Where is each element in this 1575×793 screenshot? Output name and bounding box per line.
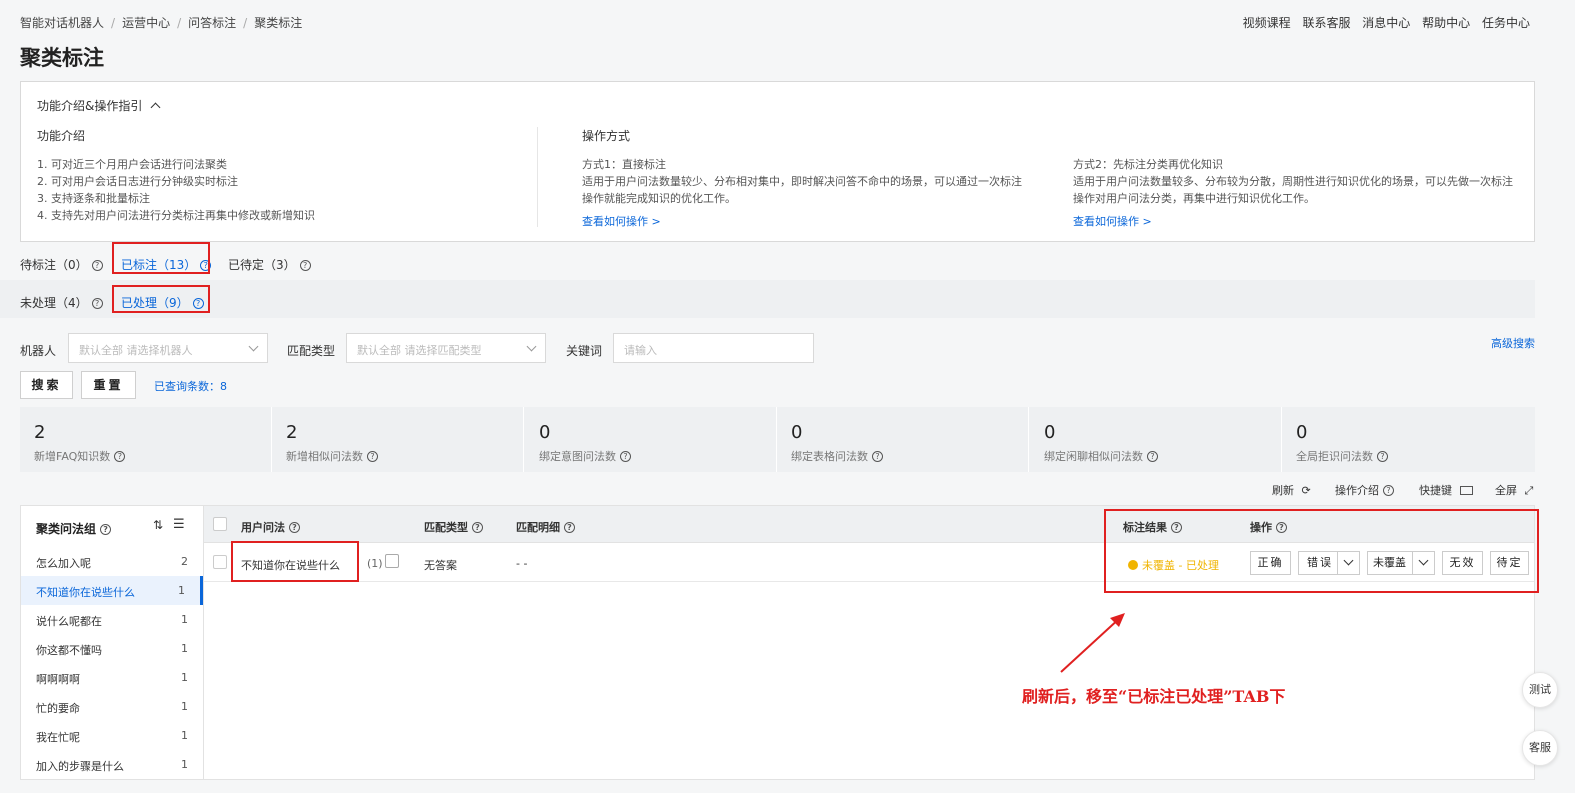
method1-desc: 适用于用户问法数量较少、分布相对集中，即时解决问答不命中的场景，可以通过一次标注: [582, 175, 1022, 188]
advanced-search-link[interactable]: 高级搜索: [1491, 335, 1535, 351]
col-match-type: 匹配类型?: [424, 519, 483, 535]
feature-item: 1. 可对近三个月用户会话进行问法聚类: [37, 158, 227, 171]
nav-contact-service[interactable]: 联系客服: [1302, 16, 1350, 30]
sidebar-item[interactable]: 你这都不懂吗 1: [21, 634, 203, 663]
expand-icon: ⤢: [1524, 484, 1534, 497]
method2-link[interactable]: 查看如何操作 >: [1073, 213, 1533, 230]
select-all-checkbox[interactable]: [213, 517, 227, 531]
page-title: 聚类标注: [20, 46, 104, 70]
row-checkbox[interactable]: [213, 555, 227, 569]
service-float-button[interactable]: 客服: [1522, 730, 1558, 766]
robot-label: 机器人: [20, 344, 57, 358]
divider: [537, 127, 538, 227]
sidebar-item[interactable]: 怎么加入呢 2: [21, 547, 203, 576]
stats-bar: 2 新增FAQ知识数? 2 新增相似问法数? 0 绑定意图问法数? 0 绑定表格问法数?…: [20, 407, 1535, 472]
search-button[interactable]: 搜索: [20, 371, 73, 399]
result-count: 已查询条数：8: [154, 380, 227, 393]
keyword-label: 关键词: [566, 344, 603, 358]
match-type-label: 匹配类型: [287, 344, 336, 358]
feature-item: 3. 支持逐条和批量标注: [37, 192, 150, 205]
intro-panel: 功能介绍&操作指引 功能介绍 1. 可对近三个月用户会话进行问法聚类 2. 可对…: [20, 81, 1535, 242]
nav-help-center[interactable]: 帮助中心: [1422, 16, 1470, 30]
highlight-box: [1104, 509, 1539, 593]
sidebar-title: 聚类问法组?: [36, 520, 112, 537]
keyword-input[interactable]: 请输入: [613, 333, 814, 363]
test-float-button[interactable]: 测试: [1522, 672, 1558, 708]
stat-card: 0 绑定意图问法数?: [525, 407, 777, 472]
list-icon[interactable]: ☰: [173, 517, 185, 532]
subtab-unprocessed[interactable]: 未处理（4）?: [20, 294, 103, 311]
breadcrumb-item[interactable]: 问答标注: [188, 16, 236, 30]
fullscreen-button[interactable]: 全屏 ⤢: [1495, 482, 1533, 498]
match-type-select[interactable]: 默认全部 请选择匹配类型: [346, 333, 546, 363]
method1-link[interactable]: 查看如何操作 >: [582, 213, 1042, 230]
stat-card: 2 新增FAQ知识数?: [20, 407, 272, 472]
refresh-button[interactable]: 刷新 ⟳: [1272, 482, 1311, 498]
annotation-text: 刷新后，移至“已标注已处理”TAB下: [1022, 687, 1286, 706]
subtab-bar: [0, 280, 1535, 318]
feature-item: 4. 支持先对用户问法进行分类标注再集中修改或新增知识: [37, 209, 315, 222]
intro-toggle[interactable]: 功能介绍&操作指引: [37, 97, 161, 114]
highlight-box: [112, 242, 210, 274]
breadcrumb-item-current: 聚类标注: [254, 16, 303, 30]
nav-message-center[interactable]: 消息中心: [1362, 16, 1410, 30]
stat-card: 0 全局拒识问法数?: [1282, 407, 1534, 472]
features-section: 功能介绍 1. 可对近三个月用户会话进行问法聚类 2. 可对用户会话日志进行分钟…: [37, 128, 315, 224]
robot-select[interactable]: 默认全部 请选择机器人: [68, 333, 268, 363]
sidebar-item[interactable]: 说什么呢都在 1: [21, 605, 203, 634]
stat-card: 0 绑定表格问法数?: [777, 407, 1029, 472]
highlight-box: [112, 285, 210, 313]
stat-card: 0 绑定闲聊相似问法数?: [1030, 407, 1282, 472]
row-question-count: (1): [367, 557, 383, 570]
method2-title: 方式2：先标注分类再优化知识: [1073, 158, 1223, 171]
tab-pending[interactable]: 待标注（0）?: [20, 256, 103, 273]
method2-section: . 方式2：先标注分类再优化知识 适用于用户问法数量较多、分布较为分散，周期性进…: [1073, 128, 1533, 230]
method1-title: 方式1：直接标注: [582, 158, 666, 171]
top-nav: 视频课程 联系客服 消息中心 帮助中心 任务中心: [1235, 14, 1530, 31]
method2-desc: 操作对用户问法分类，再集中进行知识优化工作。: [1073, 192, 1315, 205]
sidebar-item[interactable]: 忙的要命 1: [21, 692, 203, 721]
highlight-box: [231, 541, 359, 582]
nav-video-courses[interactable]: 视频课程: [1243, 16, 1291, 30]
chevron-up-icon: [150, 102, 161, 113]
method2-desc: 适用于用户问法数量较多、分布较为分散，周期性进行知识优化的场景，可以先做一次标注: [1073, 175, 1513, 188]
nav-task-center[interactable]: 任务中心: [1482, 16, 1530, 30]
sidebar-item[interactable]: 我在忙呢 1: [21, 721, 203, 750]
shortcut-button[interactable]: 快捷键: [1419, 482, 1473, 498]
method1-desc: 操作就能完成知识的优化工作。: [582, 192, 736, 205]
stat-card: 2 新增相似问法数?: [272, 407, 524, 472]
breadcrumb-item[interactable]: 智能对话机器人: [20, 16, 104, 30]
guide-button[interactable]: 操作介绍?: [1335, 482, 1394, 498]
features-title: 功能介绍: [37, 129, 86, 143]
row-match-detail: - -: [516, 557, 528, 570]
col-question: 用户问法?: [241, 519, 300, 535]
sidebar-item[interactable]: 啊啊啊啊 1: [21, 663, 203, 692]
chevron-down-icon: [526, 341, 537, 352]
breadcrumb-item[interactable]: 运营中心: [122, 16, 170, 30]
sidebar-item-active[interactable]: 不知道你在说些什么 1: [21, 576, 203, 605]
method1-section: 操作方式 方式1：直接标注 适用于用户问法数量较少、分布相对集中，即时解决问答不…: [582, 128, 1042, 230]
sort-icon[interactable]: ⇅: [153, 518, 163, 532]
sidebar-item[interactable]: 加入的步骤是什么 1: [21, 750, 203, 779]
robot-icon[interactable]: [385, 554, 399, 568]
chevron-down-icon: [248, 341, 259, 352]
refresh-icon: ⟳: [1301, 484, 1311, 497]
ops-title: 操作方式: [582, 129, 631, 143]
reset-button[interactable]: 重置: [81, 371, 136, 399]
row-match-type: 无答案: [424, 559, 457, 572]
cluster-sidebar: 聚类问法组? ⇅ ☰ 怎么加入呢 2 不知道你在说些什么 1 说什么呢都在 1 你这都…: [21, 506, 204, 779]
feature-item: 2. 可对用户会话日志进行分钟级实时标注: [37, 175, 238, 188]
breadcrumb: 智能对话机器人 / 运营中心 / 问答标注 / 聚类标注: [20, 16, 303, 30]
keyboard-icon: [1459, 486, 1473, 495]
tab-undecided[interactable]: 已待定（3）?: [228, 256, 311, 273]
col-match-detail: 匹配明细?: [516, 519, 575, 535]
annotation-arrow: [1060, 613, 1125, 673]
